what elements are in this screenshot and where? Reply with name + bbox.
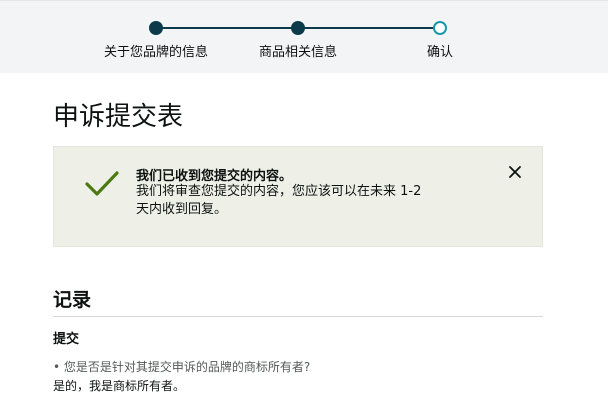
progress-stepper: 关于您品牌的信息 商品相关信息 确认 bbox=[0, 0, 608, 73]
close-icon[interactable] bbox=[508, 165, 522, 179]
step-1-label: 关于您品牌的信息 bbox=[103, 45, 209, 60]
trademark-question: • 您是否是针对其提交申诉的品牌的商标所有者? bbox=[53, 360, 311, 374]
step-2-indicator bbox=[291, 21, 305, 35]
page-title: 申诉提交表 bbox=[53, 102, 184, 132]
submission-subtitle: 提交 bbox=[53, 332, 80, 347]
record-section-title: 记录 bbox=[53, 289, 92, 311]
check-icon bbox=[85, 171, 119, 196]
alert-message: 我们将审查您提交的内容，您应该可以在未来 1-2 天内收到回复。 bbox=[136, 184, 422, 217]
section-divider bbox=[53, 316, 543, 317]
step-3-label: 确认 bbox=[426, 45, 454, 60]
trademark-answer: 是的，我是商标所有者。 bbox=[53, 379, 186, 393]
alert-title: 我们已收到您提交的内容。 bbox=[136, 169, 293, 184]
step-3-indicator bbox=[433, 21, 447, 35]
success-alert: 我们已收到您提交的内容。 我们将审查您提交的内容，您应该可以在未来 1-2 天内… bbox=[53, 146, 543, 247]
step-connector-2 bbox=[298, 27, 440, 29]
step-1-indicator bbox=[149, 21, 163, 35]
step-connector-1 bbox=[156, 27, 298, 29]
step-2-label: 商品相关信息 bbox=[258, 45, 338, 60]
